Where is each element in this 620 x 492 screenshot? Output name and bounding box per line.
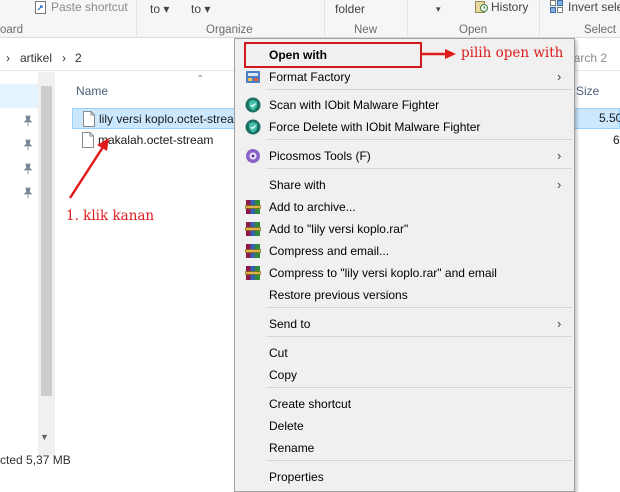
annotation-overlay: [68, 49, 456, 199]
annotation-pilih-open-with: pilih open with: [461, 45, 564, 61]
annotation-klik-kanan: 1. klik kanan: [66, 208, 155, 224]
annotation-arrowhead: [445, 49, 456, 59]
annotation-arrow-klik-kanan: [68, 146, 105, 199]
